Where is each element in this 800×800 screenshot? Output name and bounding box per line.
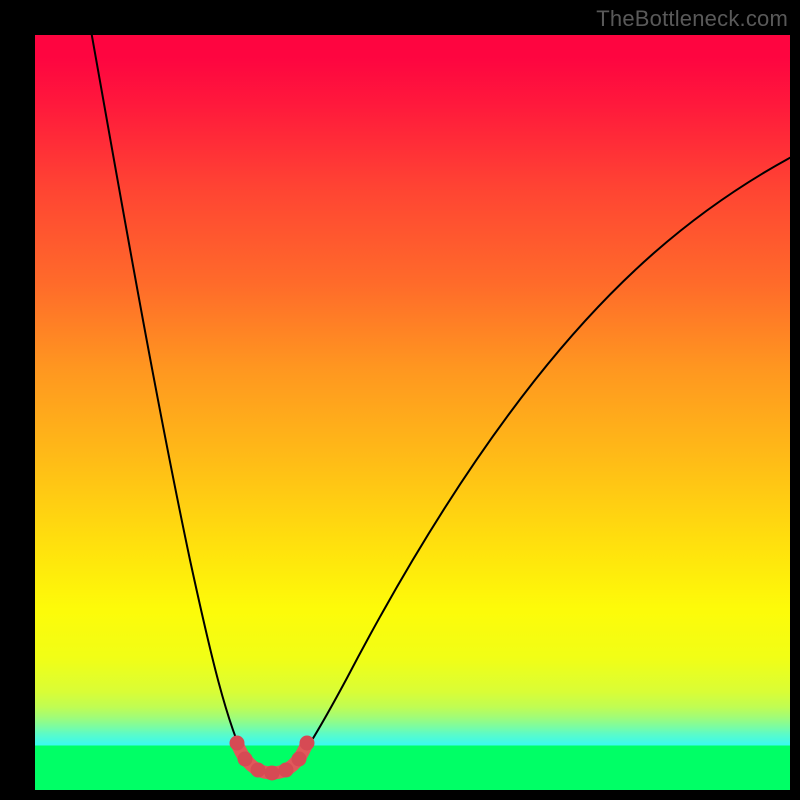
- marker-dot: [251, 763, 266, 778]
- marker-dot: [238, 752, 253, 767]
- curve-right: [293, 155, 790, 768]
- plot-area: [35, 35, 790, 790]
- site-watermark: TheBottleneck.com: [596, 6, 788, 32]
- marker-dot: [230, 736, 245, 751]
- marker-dot: [265, 766, 280, 781]
- marker-dot: [279, 763, 294, 778]
- chart-svg: [35, 35, 790, 790]
- marker-dot: [292, 752, 307, 767]
- curve-left: [90, 35, 251, 768]
- marker-dot: [300, 736, 315, 751]
